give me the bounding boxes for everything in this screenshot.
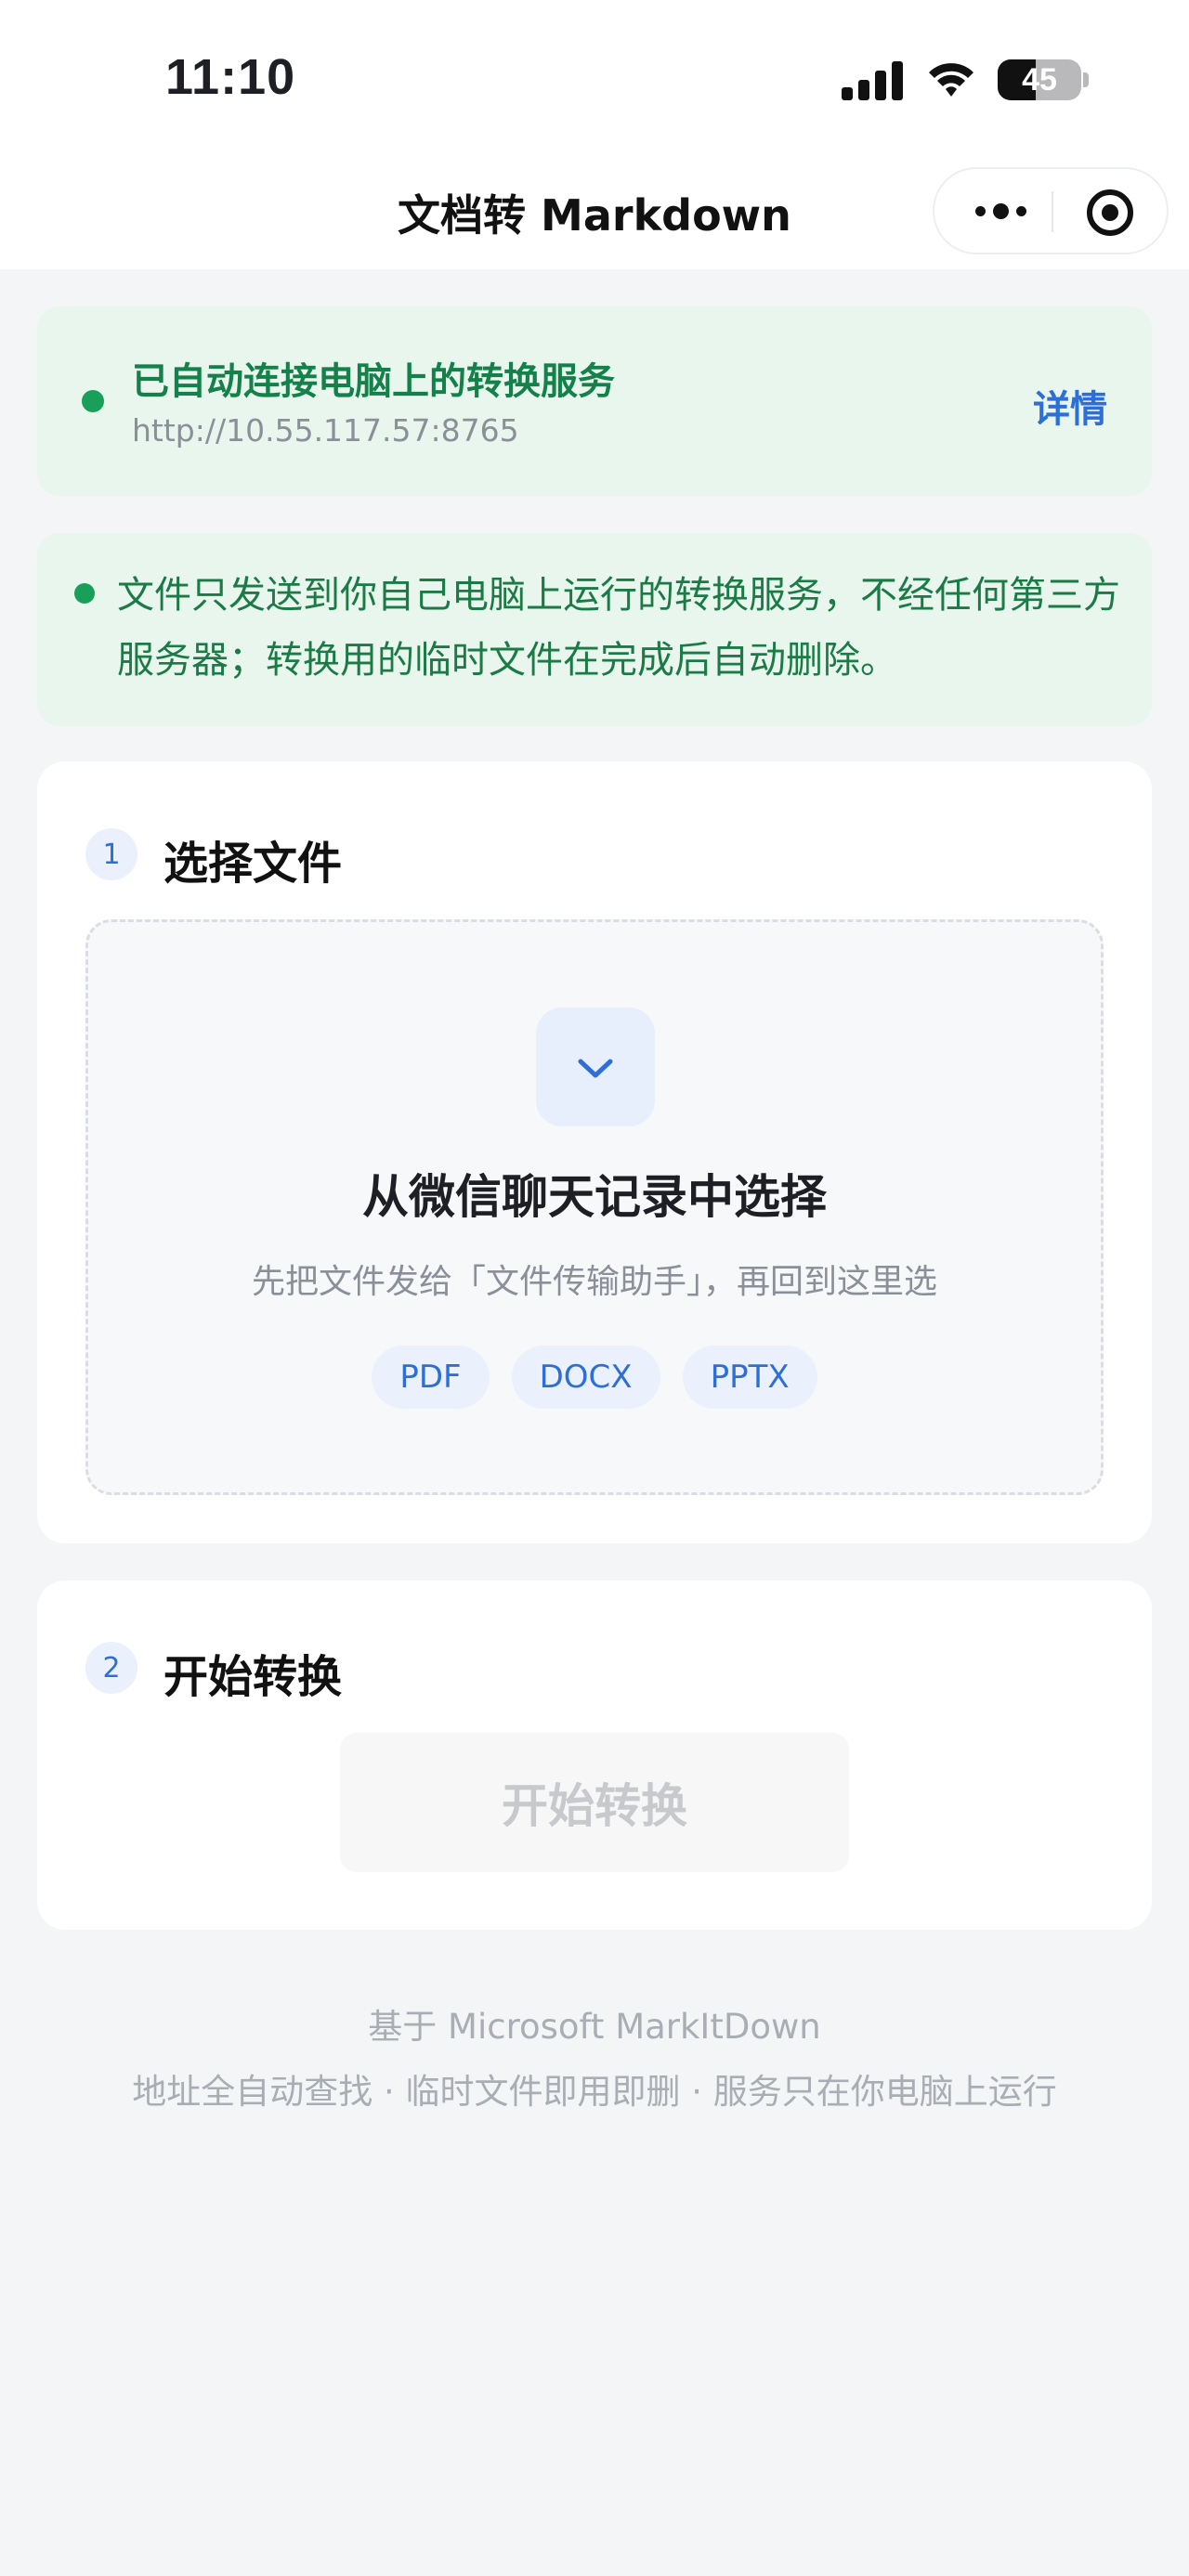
dropzone-title: 从微信聊天记录中选择 bbox=[362, 1170, 827, 1224]
status-time: 11:10 bbox=[165, 49, 296, 105]
privacy-dot bbox=[74, 583, 95, 604]
battery-level: 45 bbox=[1022, 61, 1057, 98]
file-dropzone[interactable]: 从微信聊天记录中选择 先把文件发给「文件传输助手」，再回到这里选 PDF DOC… bbox=[85, 919, 1104, 1495]
format-chips: PDF DOCX PPTX bbox=[88, 1346, 1101, 1409]
chevron-down-icon bbox=[536, 1008, 655, 1126]
battery-icon: 45 bbox=[998, 59, 1081, 100]
footer-credit: 基于 Microsoft MarkItDown bbox=[368, 2007, 821, 2047]
connection-url: http://10.55.117.57:8765 bbox=[132, 412, 519, 449]
start-convert-button[interactable]: 开始转换 bbox=[340, 1733, 849, 1872]
top-bar: 11:10 45 文档转 Markdown bbox=[0, 0, 1189, 269]
wifi-icon bbox=[929, 63, 973, 97]
footer-features: 地址全自动查找 · 临时文件即用即删 · 服务只在你电脑上运行 bbox=[132, 2072, 1057, 2112]
privacy-notice: 文件只发送到你自己电脑上运行的转换服务，不经任何第三方服务器；转换用的临时文件在… bbox=[37, 533, 1152, 726]
format-chip-docx: DOCX bbox=[511, 1346, 660, 1409]
battery-tip bbox=[1083, 72, 1089, 87]
connected-status-dot bbox=[82, 390, 104, 412]
step1-card: 1 选择文件 从微信聊天记录中选择 先把文件发给「文件传输助手」，再回到这里选 … bbox=[37, 761, 1152, 1543]
format-chip-pptx: PPTX bbox=[682, 1346, 817, 1409]
mini-program-capsule bbox=[933, 167, 1169, 254]
connection-banner: 已自动连接电脑上的转换服务 http://10.55.117.57:8765 详… bbox=[37, 306, 1152, 496]
more-dots-icon[interactable] bbox=[962, 169, 1039, 253]
step2-title: 开始转换 bbox=[163, 1651, 343, 1703]
connection-title: 已自动连接电脑上的转换服务 bbox=[132, 360, 615, 403]
record-circle-icon[interactable] bbox=[1087, 189, 1133, 236]
capsule-divider bbox=[1052, 191, 1053, 232]
cellular-signal-icon bbox=[842, 61, 905, 100]
format-chip-pdf: PDF bbox=[372, 1346, 490, 1409]
step1-title: 选择文件 bbox=[163, 838, 343, 890]
step2-badge: 2 bbox=[85, 1642, 137, 1694]
step2-card: 2 开始转换 开始转换 bbox=[37, 1581, 1152, 1930]
dropzone-subtitle: 先把文件发给「文件传输助手」，再回到这里选 bbox=[251, 1263, 937, 1301]
privacy-text: 文件只发送到你自己电脑上运行的转换服务，不经任何第三方服务器；转换用的临时文件在… bbox=[117, 574, 1120, 682]
step1-badge: 1 bbox=[85, 828, 137, 880]
details-link[interactable]: 详情 bbox=[1033, 379, 1107, 433]
